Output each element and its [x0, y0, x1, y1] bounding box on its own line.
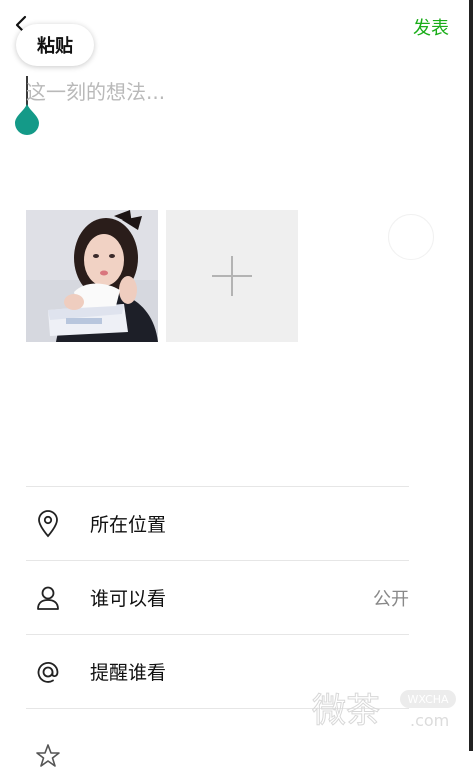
watermark-logo: 微茶 WXCHA .com: [312, 690, 456, 732]
add-photo-button[interactable]: [166, 210, 298, 342]
map-pin-icon: [28, 504, 68, 544]
watermark-sub-text: WXCHA: [407, 693, 449, 706]
photo-thumbnail[interactable]: [26, 210, 158, 342]
person-icon: [28, 578, 68, 618]
plus-icon: [212, 256, 252, 296]
moment-text-input[interactable]: [26, 78, 426, 106]
paste-button[interactable]: 粘贴: [16, 24, 94, 66]
watermark-domain-text: .com: [410, 711, 449, 730]
at-sign-icon: [28, 652, 68, 692]
visibility-row[interactable]: 谁可以看 公开: [26, 560, 409, 634]
visibility-value: 公开: [373, 588, 409, 610]
screen-edge: [469, 0, 473, 751]
watermark-logo-text: 微茶: [312, 691, 380, 731]
location-row[interactable]: 所在位置: [26, 486, 409, 560]
faint-circle-decoration: [388, 214, 434, 260]
star-icon: [28, 736, 68, 776]
location-label: 所在位置: [90, 514, 167, 536]
post-button[interactable]: 发表: [413, 14, 449, 40]
selection-handle[interactable]: [14, 103, 40, 135]
mention-label: 提醒谁看: [90, 662, 167, 684]
visibility-label: 谁可以看: [90, 588, 167, 610]
portrait-image: [26, 210, 158, 342]
